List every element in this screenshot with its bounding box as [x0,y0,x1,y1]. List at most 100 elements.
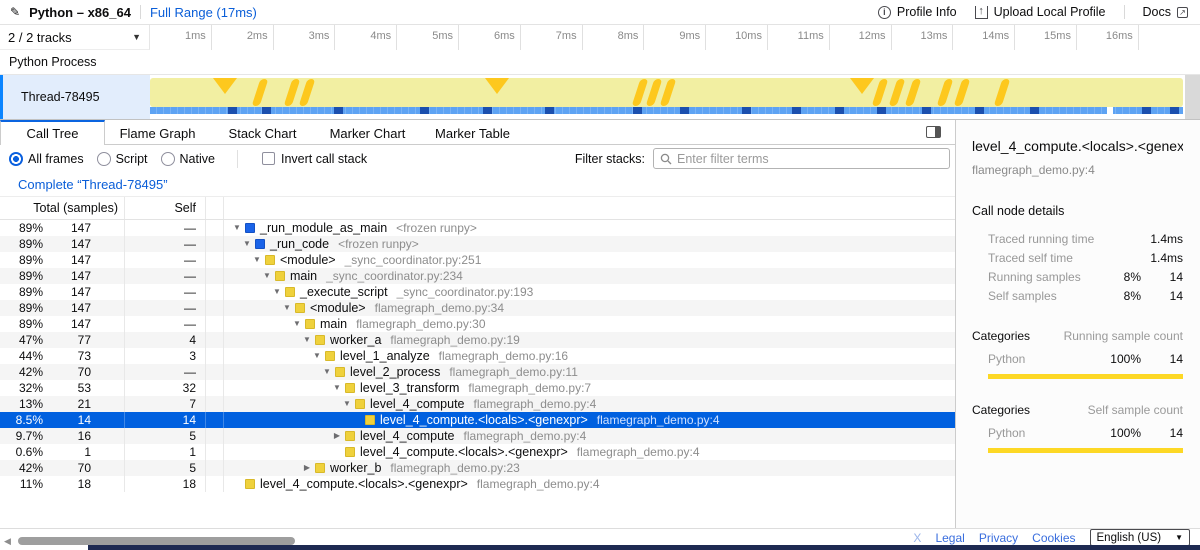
table-row[interactable]: 9.7%165▶level_4_computeflamegraph_demo.p… [0,428,955,444]
total-percent: 89% [0,236,43,252]
cell-gap [206,236,224,252]
collapse-icon[interactable]: ▼ [262,268,272,284]
footer-link-legal[interactable]: Legal [935,531,964,545]
table-row[interactable]: 89%147—▼_execute_script_sync_coordinator… [0,284,955,300]
radio-all-frames[interactable]: All frames [9,152,84,166]
tab-call-tree[interactable]: Call Tree [0,120,105,146]
table-row[interactable]: 13%217▼level_4_computeflamegraph_demo.py… [0,396,955,412]
table-row[interactable]: 89%147—▼_run_code<frozen runpy> [0,236,955,252]
column-header-self[interactable]: Self [125,197,206,219]
column-header-total[interactable]: Total (samples) [0,197,125,219]
collapse-icon[interactable]: ▼ [282,300,292,316]
collapse-icon[interactable]: ▼ [252,252,262,268]
cell-tree: ▶worker_bflamegraph_demo.py:23 [224,460,955,476]
tab-marker-table[interactable]: Marker Table [420,120,525,144]
bottom-navy-strip [88,545,1200,550]
footer-link-cookies[interactable]: Cookies [1032,531,1075,545]
chevron-down-icon: ▼ [1175,533,1183,542]
cell-tree: level_4_compute.<locals>.<genexpr>flameg… [224,476,955,492]
collapse-icon[interactable]: ▼ [232,220,242,236]
frame-filter-options: All frames Script Native [0,152,215,166]
cell-total: 44%73 [0,348,125,364]
python-category-icon [355,399,365,409]
table-row[interactable]: 0.6%11level_4_compute.<locals>.<genexpr>… [0,444,955,460]
tab-marker-chart[interactable]: Marker Chart [315,120,420,144]
sample-gap [1107,107,1113,114]
collapse-icon[interactable]: ▼ [342,396,352,412]
table-row[interactable]: 32%5332▼level_3_transformflamegraph_demo… [0,380,955,396]
horizontal-scrollbar-thumb[interactable] [18,537,295,545]
source-location: _sync_coordinator.py:234 [326,268,463,284]
sample-segment [680,107,689,114]
total-percent: 11% [0,476,43,492]
sample-segment [792,107,801,114]
collapse-icon[interactable]: ▼ [332,380,342,396]
footer-link-privacy[interactable]: Privacy [979,531,1018,545]
category-percent: 100% [1097,426,1141,440]
category-count: 14 [1141,352,1183,366]
table-row[interactable]: 44%733▼level_1_analyzeflamegraph_demo.py… [0,348,955,364]
thread-activity-canvas[interactable] [150,75,1185,119]
tab-flame-graph[interactable]: Flame Graph [105,120,210,144]
total-percent: 32% [0,380,43,396]
table-row[interactable]: 8.5%1414level_4_compute.<locals>.<genexp… [0,412,955,428]
ruler-tick: 7ms [521,25,583,50]
table-row[interactable]: 42%70—▼level_2_processflamegraph_demo.py… [0,364,955,380]
breadcrumb[interactable]: Complete “Thread-78495” [18,177,168,192]
function-name: worker_a [330,332,381,348]
edit-pencil-icon[interactable]: ✎ [10,5,20,19]
footer-link-x[interactable]: X [913,531,921,545]
full-range-link[interactable]: Full Range (17ms) [150,5,257,20]
collapse-icon[interactable]: ▼ [312,348,322,364]
table-row[interactable]: 89%147—▼<module>flamegraph_demo.py:34 [0,300,955,316]
radio-native[interactable]: Native [161,152,215,166]
detail-label: Self samples [972,289,1097,303]
collapse-icon[interactable]: ▼ [292,316,302,332]
function-name: level_4_compute.<locals>.<genexpr> [360,444,568,460]
total-count: 70 [43,364,91,380]
ruler-tick: 11ms [768,25,830,50]
table-row[interactable]: 89%147—▼_run_module_as_main<frozen runpy… [0,220,955,236]
detail-row: Self samples8%14 [972,286,1183,305]
collapse-icon[interactable]: ▼ [302,332,312,348]
scroll-left-arrow-icon[interactable]: ◀ [4,536,11,547]
table-row[interactable]: 89%147—▼<module>_sync_coordinator.py:251 [0,252,955,268]
collapse-icon[interactable]: ▼ [272,284,282,300]
category-header: CategoriesRunning sample count [972,329,1183,343]
cell-total: 89%147 [0,268,125,284]
upload-profile-button[interactable]: ↑ Upload Local Profile [975,5,1106,19]
profile-info-button[interactable]: i Profile Info [878,5,957,19]
thread-track-label[interactable]: Thread-78495 [0,75,150,119]
sidebar-toggle-icon[interactable] [926,126,941,138]
table-row[interactable]: 89%147—▼main_sync_coordinator.py:234 [0,268,955,284]
cell-tree: ▼_run_code<frozen runpy> [224,236,955,252]
table-row[interactable]: 89%147—▼mainflamegraph_demo.py:30 [0,316,955,332]
expand-icon[interactable]: ▶ [302,460,312,476]
language-select[interactable]: English (US) ▼ [1090,529,1190,546]
table-row[interactable]: 42%705▶worker_bflamegraph_demo.py:23 [0,460,955,476]
total-percent: 0.6% [0,444,43,460]
cell-gap [206,396,224,412]
tracks-dropdown[interactable]: 2 / 2 tracks ▼ [0,25,150,50]
radio-script[interactable]: Script [97,152,148,166]
source-location: <frozen runpy> [396,220,477,236]
cell-gap [206,332,224,348]
docs-link[interactable]: Docs ↗ [1143,5,1188,19]
cell-gap [206,252,224,268]
table-row[interactable]: 47%774▼worker_aflamegraph_demo.py:19 [0,332,955,348]
tree-column-headers: Total (samples) Self [0,197,955,220]
cell-tree: ▼worker_aflamegraph_demo.py:19 [224,332,955,348]
table-row[interactable]: 11%1818level_4_compute.<locals>.<genexpr… [0,476,955,492]
tab-stack-chart[interactable]: Stack Chart [210,120,315,144]
collapse-icon[interactable]: ▼ [242,236,252,252]
process-track-row[interactable]: Python Process [0,50,1200,75]
python-category-icon [315,335,325,345]
filter-stacks-input[interactable] [677,152,943,166]
invert-call-stack-checkbox[interactable]: Invert call stack [237,150,367,168]
python-category-icon [345,431,355,441]
cell-self: — [125,220,206,236]
source-location: flamegraph_demo.py:30 [356,316,485,332]
expand-icon[interactable]: ▶ [332,428,342,444]
detail-label: Traced running time [972,232,1097,246]
collapse-icon[interactable]: ▼ [322,364,332,380]
